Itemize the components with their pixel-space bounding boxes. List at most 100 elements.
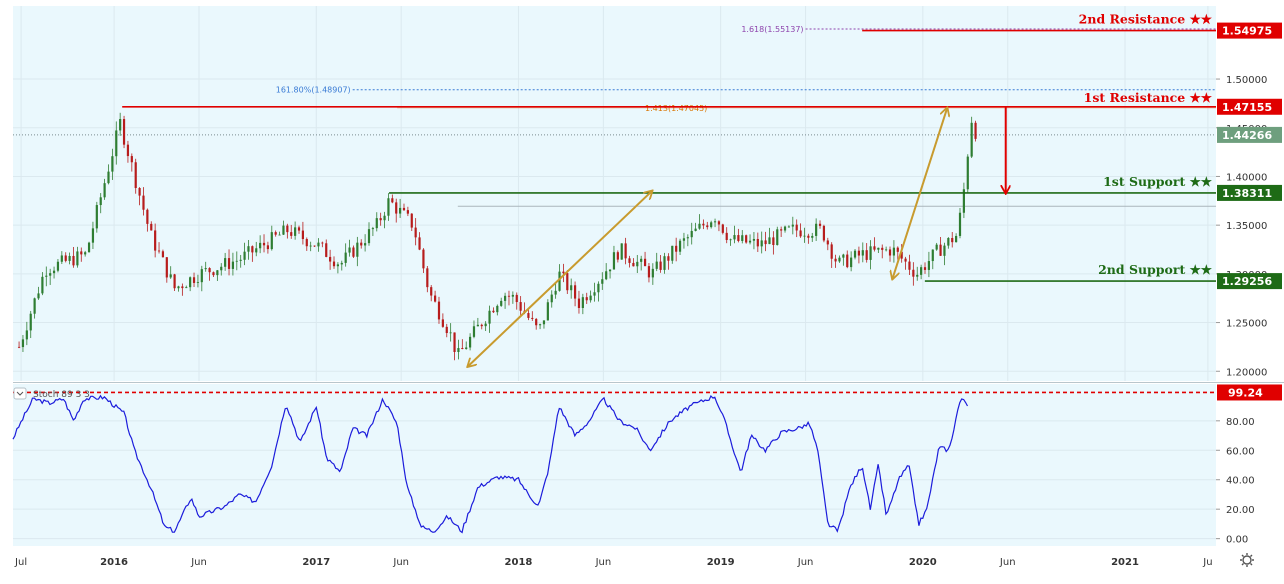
indicator-label: Stoch 89 3 3: [33, 390, 90, 400]
candle-body: [185, 287, 188, 289]
candle-body: [49, 273, 52, 276]
candle-body: [951, 238, 954, 243]
candle-body: [239, 259, 242, 261]
candle-body: [678, 240, 682, 252]
candle-body: [760, 240, 763, 247]
candle-body: [91, 228, 95, 243]
candle-body: [294, 227, 297, 236]
candle-body: [441, 319, 444, 327]
candle-body: [80, 251, 83, 255]
candle-body: [406, 210, 409, 214]
candle-body: [581, 297, 584, 308]
candle-body: [737, 235, 740, 241]
candle-body: [655, 261, 658, 269]
candle-body: [791, 224, 794, 227]
collapse-button[interactable]: [13, 387, 27, 400]
price-tick-label: 1.25000: [1226, 319, 1267, 330]
candle-body: [647, 266, 651, 278]
candle-body: [943, 245, 946, 256]
candle-body: [468, 336, 472, 348]
candle-body: [861, 250, 864, 256]
candle-body: [360, 242, 363, 246]
candle-body: [134, 162, 137, 189]
candle-body: [449, 332, 452, 334]
candle-body: [640, 258, 643, 262]
candle-body: [150, 223, 153, 231]
candle-body: [305, 239, 308, 247]
candle-body: [301, 230, 305, 240]
candle-body: [698, 223, 701, 229]
time-tick-label: 2020: [909, 557, 937, 568]
candle-body: [822, 225, 826, 241]
candle-body: [892, 247, 896, 256]
candle-body: [717, 221, 721, 225]
candle-body: [266, 245, 270, 250]
candle-body: [570, 285, 573, 291]
candle-body: [364, 243, 367, 246]
candle-body: [325, 243, 328, 257]
time-tick-label: Ju: [1202, 557, 1212, 568]
candle-body: [220, 266, 223, 271]
candle-body: [807, 235, 810, 238]
candle-body: [309, 245, 312, 247]
candle-body: [122, 119, 126, 145]
candle-body: [204, 268, 207, 270]
candle-body: [842, 254, 845, 258]
candle-body: [157, 250, 161, 252]
candle-body: [519, 302, 522, 311]
candle-body: [231, 261, 235, 269]
candle-body: [593, 292, 596, 296]
candle-body: [612, 252, 616, 270]
candle-body: [896, 247, 899, 252]
candle-body: [169, 274, 172, 278]
candle-body: [605, 271, 608, 280]
candle-body: [297, 227, 301, 231]
candle-body: [445, 326, 448, 334]
candle-body: [503, 295, 507, 301]
candle-body: [877, 247, 880, 250]
candle-body: [713, 221, 717, 223]
candle-body: [465, 347, 468, 350]
candle-body: [270, 232, 273, 250]
candle-body: [430, 287, 433, 296]
candle-body: [729, 239, 732, 241]
resistance-2-label: 2nd Resistance ★★: [1079, 12, 1213, 27]
candle-body: [422, 249, 425, 269]
oscillator-panel[interactable]: [13, 384, 1216, 546]
support-1-label: 1st Support ★★: [1103, 174, 1213, 189]
price-tick-label: 1.35000: [1226, 221, 1267, 232]
oscillator-tick-label: 40.00: [1226, 476, 1255, 487]
price-axis[interactable]: 1.200001.250001.300001.350001.400001.450…: [1216, 0, 1284, 546]
candle-body: [453, 332, 456, 353]
candle-body: [830, 244, 833, 259]
candle-body: [142, 195, 145, 210]
candle-body: [235, 260, 238, 262]
candle-body: [577, 298, 581, 308]
candle-body: [667, 256, 670, 261]
candle-body: [76, 251, 79, 266]
candle-body: [344, 252, 347, 263]
candle-body: [165, 257, 168, 278]
price-tick-label: 1.50000: [1226, 75, 1267, 86]
candle-body: [923, 267, 927, 270]
candle-body: [601, 279, 604, 284]
candle-body: [52, 270, 56, 274]
candle-body: [663, 256, 666, 270]
candle-body: [367, 229, 371, 244]
candle-body: [795, 224, 798, 231]
candle-body: [632, 262, 635, 267]
candle-body: [21, 339, 25, 348]
candle-body: [72, 255, 75, 266]
candle-body: [189, 277, 192, 288]
candle-body: [616, 252, 619, 260]
candle-body: [243, 251, 246, 260]
time-tick-label: 2018: [505, 557, 533, 568]
candle-body: [857, 250, 861, 256]
candle-body: [721, 224, 724, 233]
candle-body: [850, 257, 853, 268]
candle-body: [958, 212, 962, 236]
candle-body: [970, 122, 973, 157]
candle-body: [846, 254, 849, 268]
candle-body: [826, 240, 829, 245]
time-axis[interactable]: Jul 2016 Jun 2017 Jun 2018 Jun 2019 Jun 2020 Jun 20…: [0, 546, 1284, 580]
